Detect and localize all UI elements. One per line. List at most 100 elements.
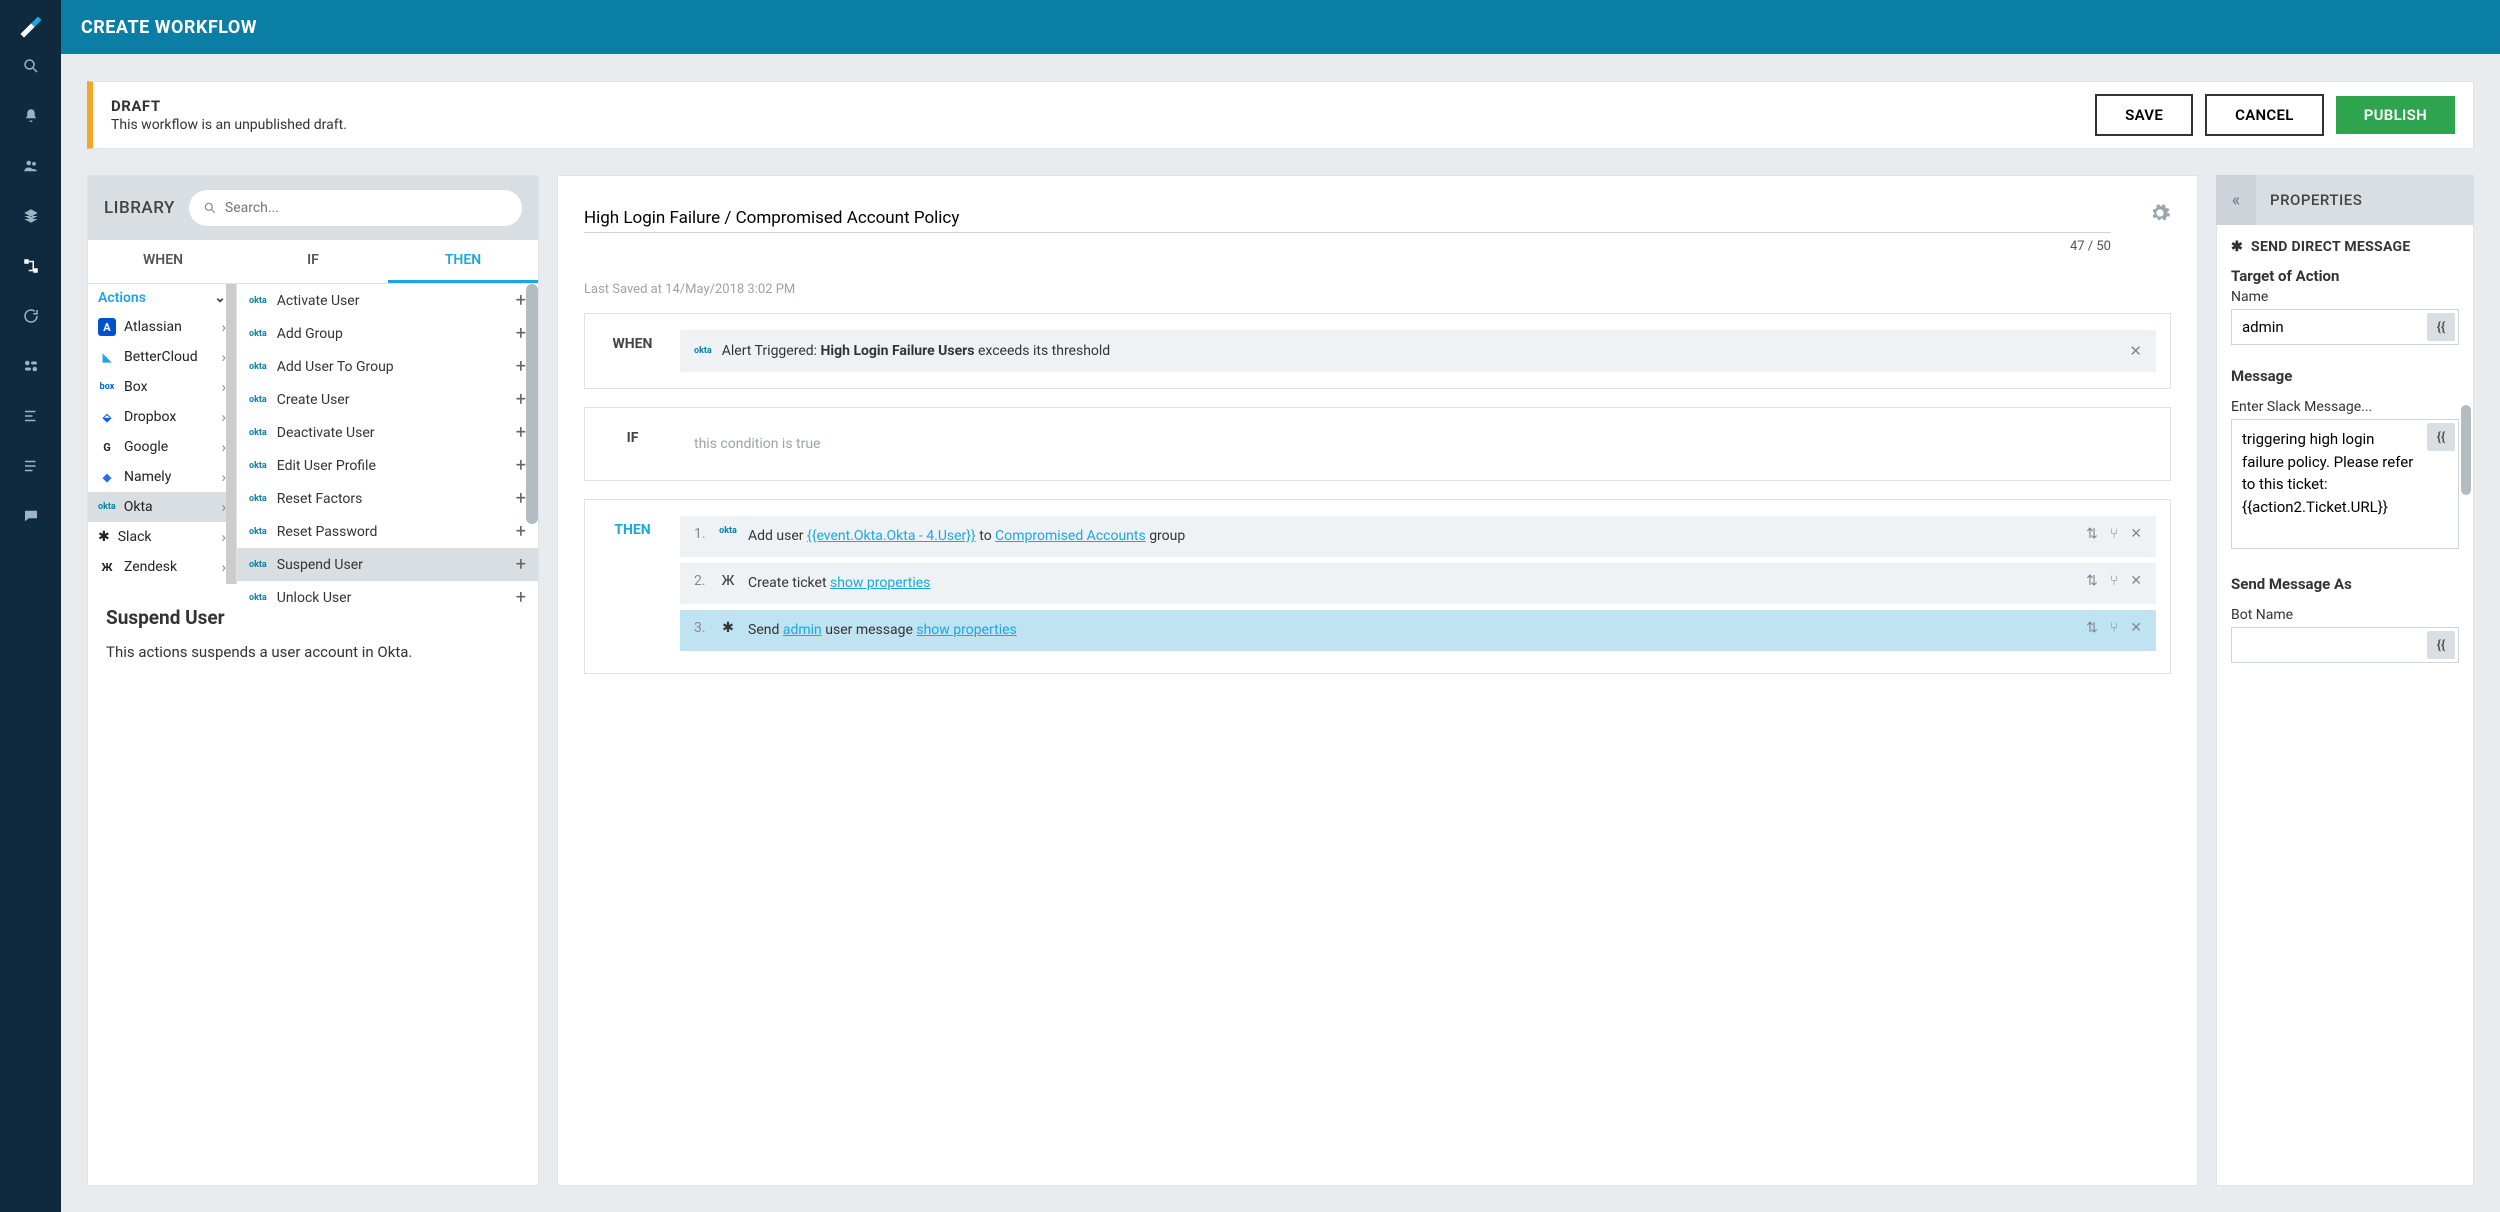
step-3[interactable]: 3. ✱ Send admin user message show proper… — [680, 610, 2156, 651]
provider-namely[interactable]: ◆Namely — [88, 462, 236, 492]
char-counter: 47 / 50 — [584, 239, 2111, 254]
scrollbar[interactable] — [226, 284, 236, 584]
workflow-icon[interactable] — [20, 255, 42, 277]
add-icon[interactable]: + — [516, 323, 526, 344]
add-icon[interactable]: + — [516, 356, 526, 377]
botname-input[interactable] — [2231, 627, 2459, 663]
step-2[interactable]: 2. Ж Create ticket show properties ⇅⑂✕ — [680, 563, 2156, 604]
provider-slack[interactable]: ✱Slack — [88, 522, 236, 552]
properties-panel: « PROPERTIES ✱ SEND DIRECT MESSAGE Target… — [2216, 175, 2474, 1186]
message-label: Message — [2231, 367, 2459, 385]
token-button[interactable]: {{ — [2427, 423, 2455, 451]
list-icon[interactable] — [20, 405, 42, 427]
if-block: IF this condition is true — [584, 407, 2171, 481]
action-unlock-user[interactable]: oktaUnlock User+ — [237, 581, 538, 614]
copy-icon[interactable]: ⑂ — [2110, 620, 2118, 636]
toggle-icon[interactable] — [20, 355, 42, 377]
app-logo[interactable] — [0, 0, 61, 54]
if-placeholder[interactable]: this condition is true — [680, 424, 2156, 464]
action-add-group[interactable]: oktaAdd Group+ — [237, 317, 538, 350]
slack-icon: ✱ — [2231, 239, 2243, 255]
page-header: CREATE WORKFLOW — [61, 0, 2500, 54]
action-deactivate-user[interactable]: oktaDeactivate User+ — [237, 416, 538, 449]
provider-dropbox[interactable]: ⬙Dropbox — [88, 402, 236, 432]
layers-icon[interactable] — [20, 205, 42, 227]
add-icon[interactable]: + — [516, 554, 526, 575]
provider-list: Actions⌄ AAtlassian ◣BetterCloud boxBox … — [88, 284, 237, 584]
provider-okta[interactable]: oktaOkta — [88, 492, 236, 522]
add-icon[interactable]: + — [516, 587, 526, 608]
provider-box[interactable]: boxBox — [88, 372, 236, 402]
tab-if[interactable]: IF — [238, 240, 388, 283]
botname-label: Bot Name — [2231, 607, 2459, 623]
scrollbar[interactable] — [2461, 405, 2471, 495]
collapse-icon[interactable]: « — [2216, 175, 2256, 225]
action-edit-user-profile[interactable]: oktaEdit User Profile+ — [237, 449, 538, 482]
action-add-user-to-group[interactable]: oktaAdd User To Group+ — [237, 350, 538, 383]
provider-atlassian[interactable]: AAtlassian — [88, 312, 236, 342]
desc-body: This actions suspends a user account in … — [106, 643, 520, 661]
action-suspend-user[interactable]: oktaSuspend User+ — [237, 548, 538, 581]
chat-icon[interactable] — [20, 505, 42, 527]
action-list: oktaActivate User+ oktaAdd Group+ oktaAd… — [237, 284, 538, 584]
add-icon[interactable]: + — [516, 290, 526, 311]
target-label: Target of Action — [2231, 267, 2459, 285]
draft-banner: DRAFT This workflow is an unpublished dr… — [87, 81, 2474, 149]
action-reset-factors[interactable]: oktaReset Factors+ — [237, 482, 538, 515]
add-icon[interactable]: + — [516, 389, 526, 410]
when-condition[interactable]: okta Alert Triggered: High Login Failure… — [680, 330, 2156, 372]
when-block: WHEN okta Alert Triggered: High Login Fa… — [584, 313, 2171, 389]
tab-when[interactable]: WHEN — [88, 240, 238, 283]
message-hint: Enter Slack Message... — [2231, 399, 2459, 415]
then-label: THEN — [585, 500, 680, 673]
close-icon[interactable]: ✕ — [2130, 620, 2142, 636]
provider-zendesk[interactable]: ЖZendesk — [88, 552, 236, 582]
add-icon[interactable]: + — [516, 455, 526, 476]
reorder-icon[interactable]: ⇅ — [2086, 526, 2098, 542]
add-icon[interactable]: + — [516, 422, 526, 443]
search-icon[interactable] — [20, 55, 42, 77]
reorder-icon[interactable]: ⇅ — [2086, 620, 2098, 636]
name-label: Name — [2231, 289, 2459, 305]
action-activate-user[interactable]: oktaActivate User+ — [237, 284, 538, 317]
nav-rail — [0, 0, 61, 1212]
close-icon[interactable]: ✕ — [2129, 342, 2142, 360]
name-input[interactable] — [2231, 309, 2459, 345]
close-icon[interactable]: ✕ — [2130, 573, 2142, 589]
library-panel: LIBRARY WHEN IF THEN Actions⌄ AAtlassian — [87, 175, 539, 1186]
scrollbar[interactable] — [526, 284, 538, 524]
provider-bettercloud[interactable]: ◣BetterCloud — [88, 342, 236, 372]
close-icon[interactable]: ✕ — [2130, 526, 2142, 542]
workflow-name-input[interactable] — [584, 204, 2111, 233]
library-title: LIBRARY — [104, 198, 175, 218]
copy-icon[interactable]: ⑂ — [2110, 573, 2118, 589]
users-icon[interactable] — [20, 155, 42, 177]
list2-icon[interactable] — [20, 455, 42, 477]
save-button[interactable]: SAVE — [2095, 94, 2193, 136]
banner-subtitle: This workflow is an unpublished draft. — [111, 117, 2083, 133]
gear-icon[interactable] — [2149, 202, 2171, 228]
add-icon[interactable]: + — [516, 488, 526, 509]
message-input[interactable] — [2231, 419, 2459, 549]
reorder-icon[interactable]: ⇅ — [2086, 573, 2098, 589]
properties-title: PROPERTIES — [2256, 191, 2474, 209]
banner-title: DRAFT — [111, 97, 2083, 115]
copy-icon[interactable]: ⑂ — [2110, 526, 2118, 542]
bell-icon[interactable] — [20, 105, 42, 127]
step-1[interactable]: 1. okta Add user {{event.Okta.Okta - 4.U… — [680, 516, 2156, 557]
search-input[interactable] — [225, 200, 508, 216]
refresh-icon[interactable] — [20, 305, 42, 327]
cancel-button[interactable]: CANCEL — [2205, 94, 2324, 136]
token-button[interactable]: {{ — [2427, 313, 2455, 341]
tab-then[interactable]: THEN — [388, 240, 538, 283]
action-reset-password[interactable]: oktaReset Password+ — [237, 515, 538, 548]
actions-header[interactable]: Actions⌄ — [88, 284, 236, 312]
library-search[interactable] — [189, 190, 522, 226]
action-create-user[interactable]: oktaCreate User+ — [237, 383, 538, 416]
publish-button[interactable]: PUBLISH — [2336, 96, 2455, 134]
section-title: SEND DIRECT MESSAGE — [2251, 239, 2411, 255]
provider-google[interactable]: GGoogle — [88, 432, 236, 462]
token-button[interactable]: {{ — [2427, 631, 2455, 659]
add-icon[interactable]: + — [516, 521, 526, 542]
workflow-canvas: 47 / 50 Last Saved at 14/May/2018 3:02 P… — [557, 175, 2198, 1186]
